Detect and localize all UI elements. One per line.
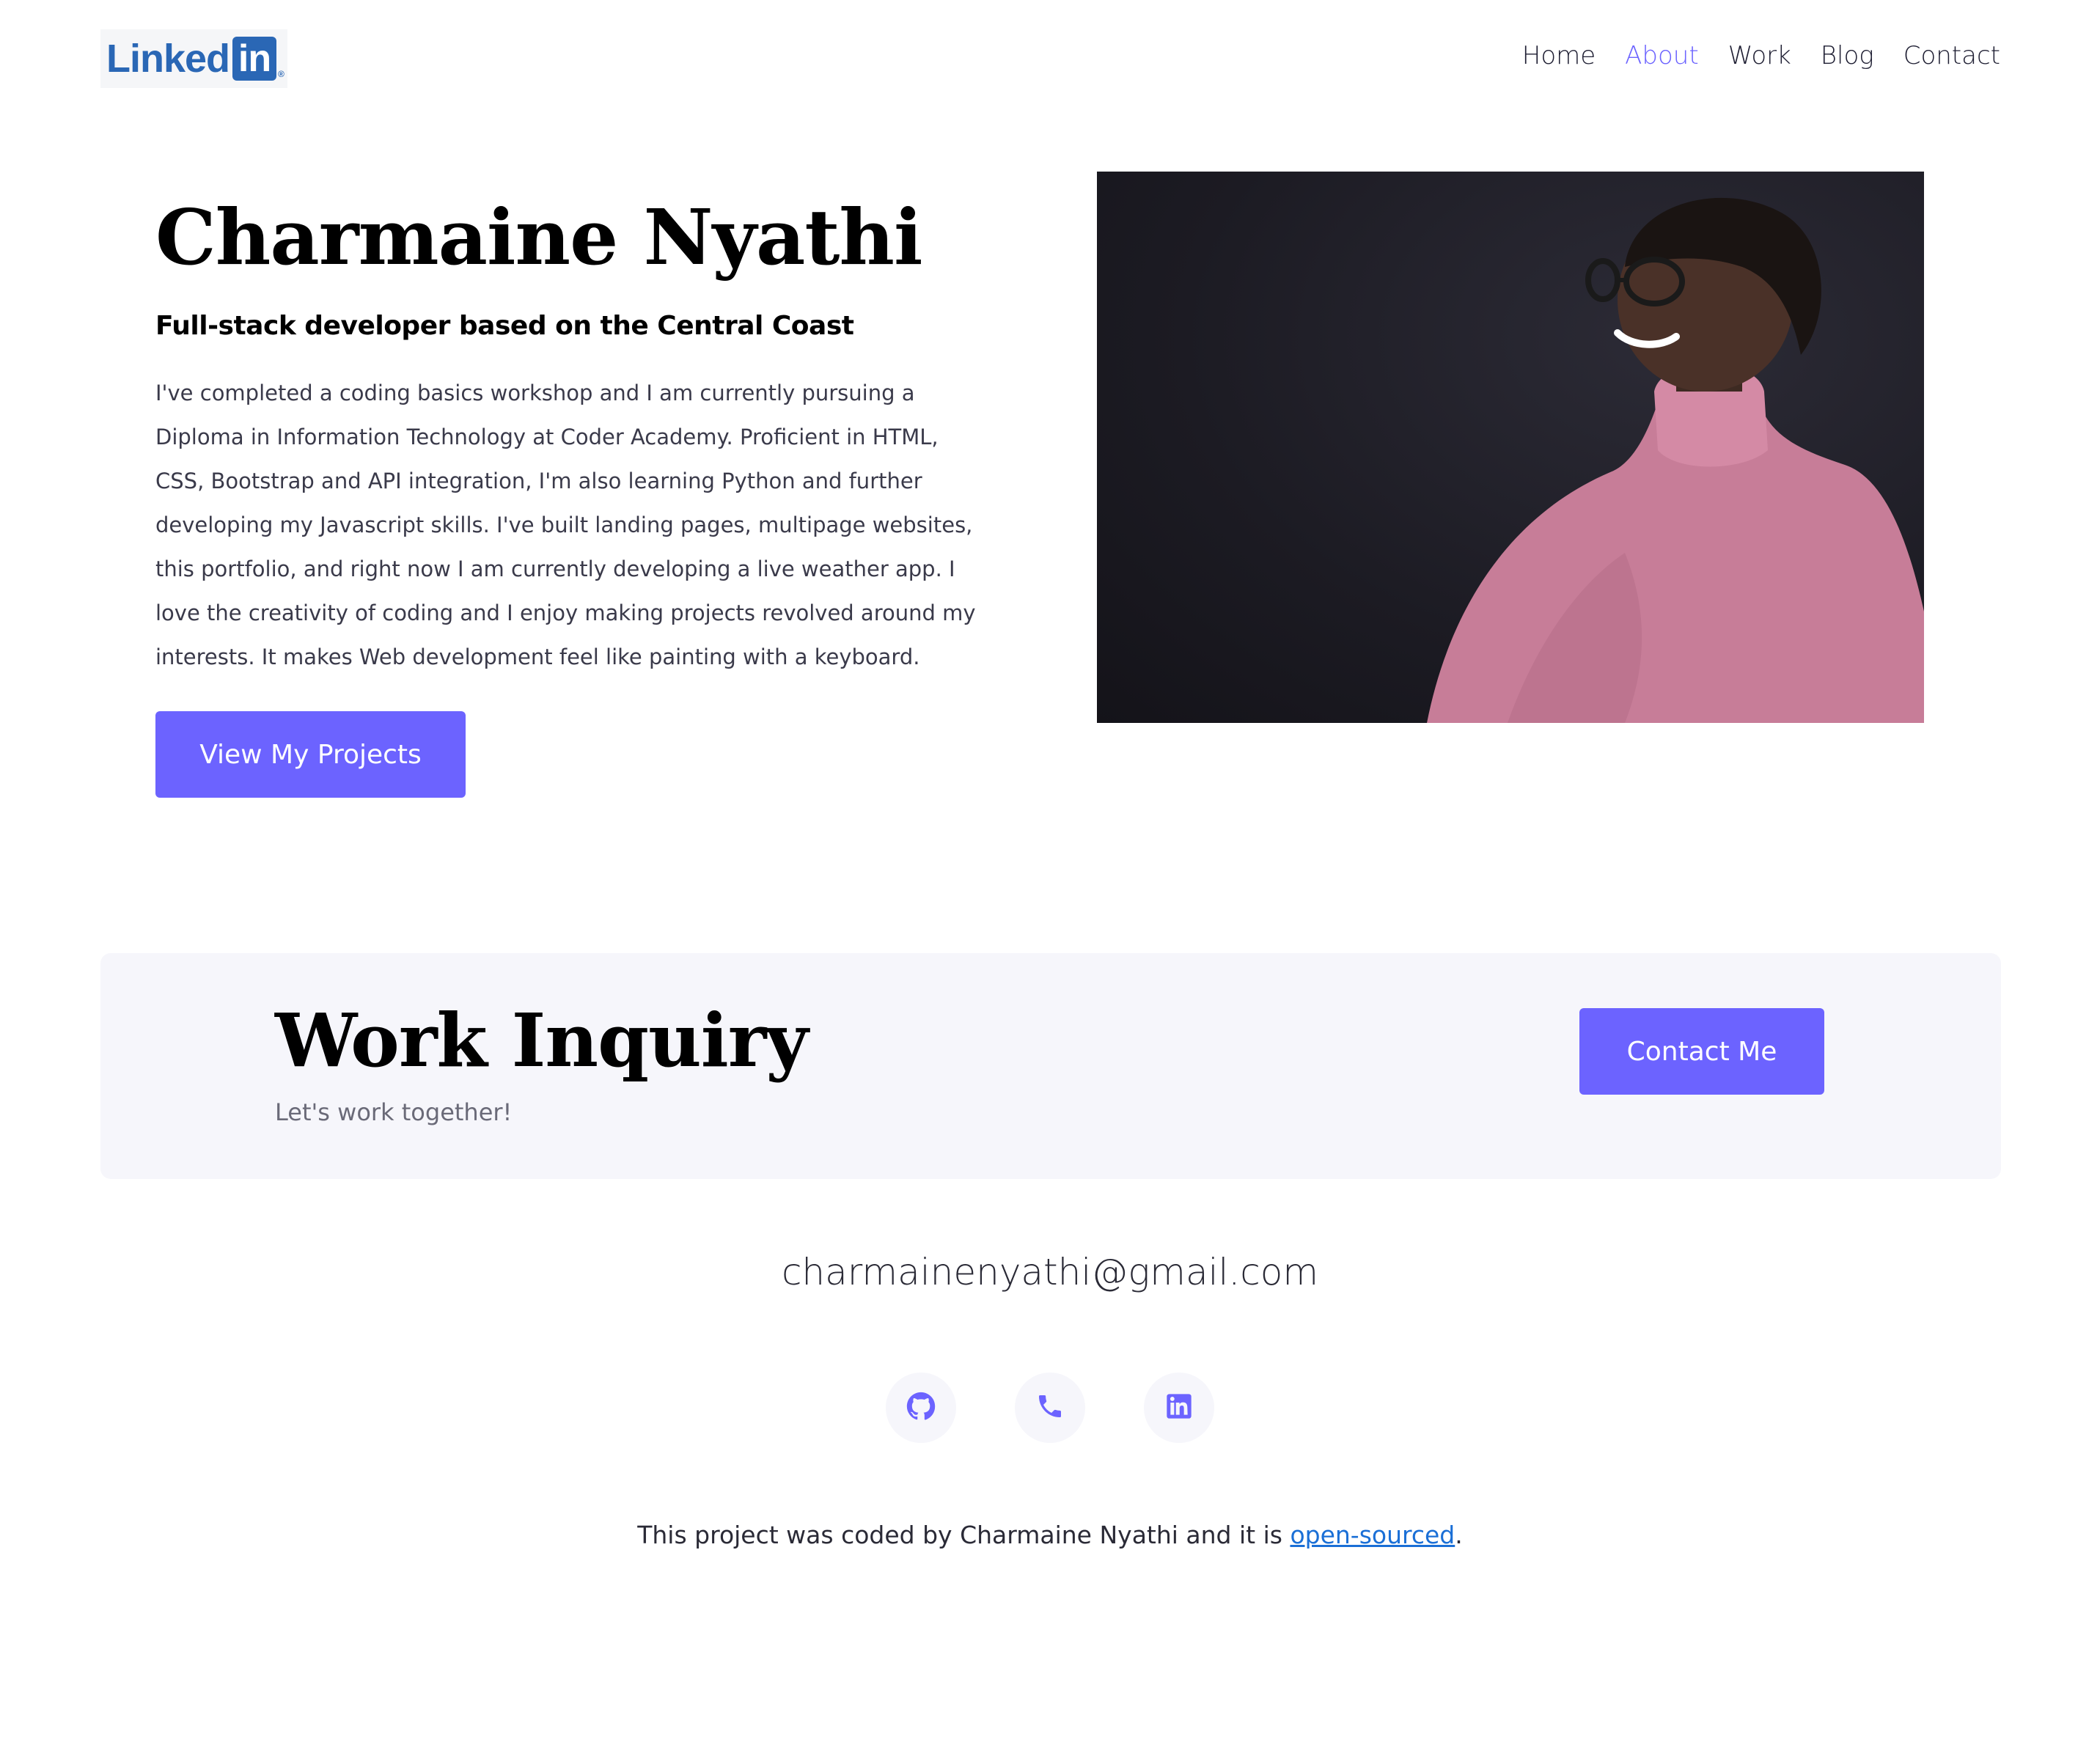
github-link[interactable] [886,1373,956,1443]
nav-item-about[interactable]: About [1625,41,1699,70]
social-links [0,1373,2100,1443]
linkedin-icon [1164,1392,1194,1425]
main-nav: Home About Work Blog Contact [1522,41,2000,70]
profile-photo [1097,172,1924,723]
hero-description: I've completed a coding basics workshop … [155,381,976,669]
nav-item-contact[interactable]: Contact [1903,41,2000,70]
work-inquiry-title: Work Inquiry [275,997,809,1084]
github-icon [906,1392,936,1425]
work-inquiry-subtitle: Let's work together! [275,1098,513,1126]
linkedin-link[interactable] [1144,1373,1214,1443]
phone-icon [1035,1392,1065,1425]
footer-credit: This project was coded by Charmaine Nyat… [0,1521,2100,1549]
hero-subtitle: Full-stack developer based on the Centra… [155,311,854,341]
phone-link[interactable] [1015,1373,1085,1443]
logo-registered-mark: ® [278,69,284,79]
linkedin-logo[interactable]: Linked in ® [100,29,287,88]
nav-item-blog[interactable]: Blog [1821,41,1874,70]
contact-email[interactable]: charmainenyathi@gmail.com [0,1251,2100,1293]
logo-word: Linked [106,37,230,81]
work-inquiry-panel: Work Inquiry Let's work together! Contac… [100,953,2001,1179]
open-source-link[interactable]: open-sourced [1290,1521,1455,1549]
nav-item-work[interactable]: Work [1728,41,1791,70]
portfolio-page: Linked in ® Home About Work Blog Contact… [0,0,2100,1745]
hero-title: Charmaine Nyathi [155,192,923,282]
credit-period: . [1455,1521,1463,1549]
nav-item-home[interactable]: Home [1522,41,1596,70]
profile-photo-illustration [1427,197,1924,723]
view-projects-button[interactable]: View My Projects [155,711,466,798]
contact-me-button[interactable]: Contact Me [1579,1008,1824,1095]
logo-in-box: in [232,37,277,81]
credit-text: This project was coded by Charmaine Nyat… [637,1521,1291,1549]
